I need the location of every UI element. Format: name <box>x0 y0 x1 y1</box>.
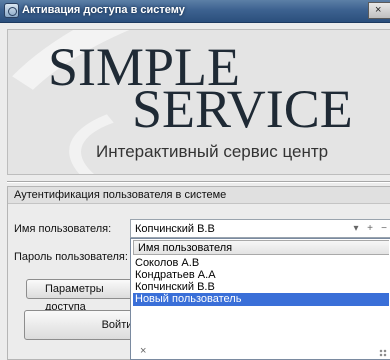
remove-icon[interactable]: − <box>379 223 389 235</box>
username-label: Имя пользователя: <box>14 223 112 235</box>
password-label: Пароль пользователя: <box>14 251 128 263</box>
access-params-button[interactable]: Параметры доступа <box>26 279 142 313</box>
window-close-button[interactable]: × <box>368 2 390 19</box>
window-title: Активация доступа в систему <box>22 4 185 16</box>
add-icon[interactable]: + <box>365 223 375 235</box>
activation-window: Активация доступа в систему × SIMPLE SER… <box>0 0 390 360</box>
chevron-down-icon[interactable]: ▾ <box>351 223 361 235</box>
logo-banner: SIMPLE SERVICE Интерактивный сервис цент… <box>7 29 390 175</box>
dropdown-column-header: Имя пользователя <box>133 240 389 255</box>
logo-text-service: SERVICE <box>132 79 353 139</box>
app-icon <box>4 3 19 18</box>
separator <box>7 181 390 183</box>
banner-tagline: Интерактивный сервис центр <box>96 142 329 161</box>
auth-group-title: Аутентификация пользователя в системе <box>14 189 227 201</box>
username-value: Копчинский В.В <box>135 223 215 235</box>
dropdown-close-icon[interactable]: × <box>140 345 146 357</box>
username-dropdown: Имя пользователя Соколов А.В Кондратьев … <box>130 238 390 360</box>
login-button-label: Войти <box>101 319 133 331</box>
resize-grip-icon[interactable] <box>379 349 387 357</box>
title-bar[interactable]: Активация доступа в систему × <box>0 0 390 23</box>
dropdown-column-label: Имя пользователя <box>138 242 233 254</box>
auth-group-header: Аутентификация пользователя в системе <box>8 187 390 204</box>
username-combo[interactable]: Копчинский В.В ▾ + − <box>130 219 390 238</box>
dropdown-item-selected[interactable]: Новый пользователь <box>133 293 389 306</box>
